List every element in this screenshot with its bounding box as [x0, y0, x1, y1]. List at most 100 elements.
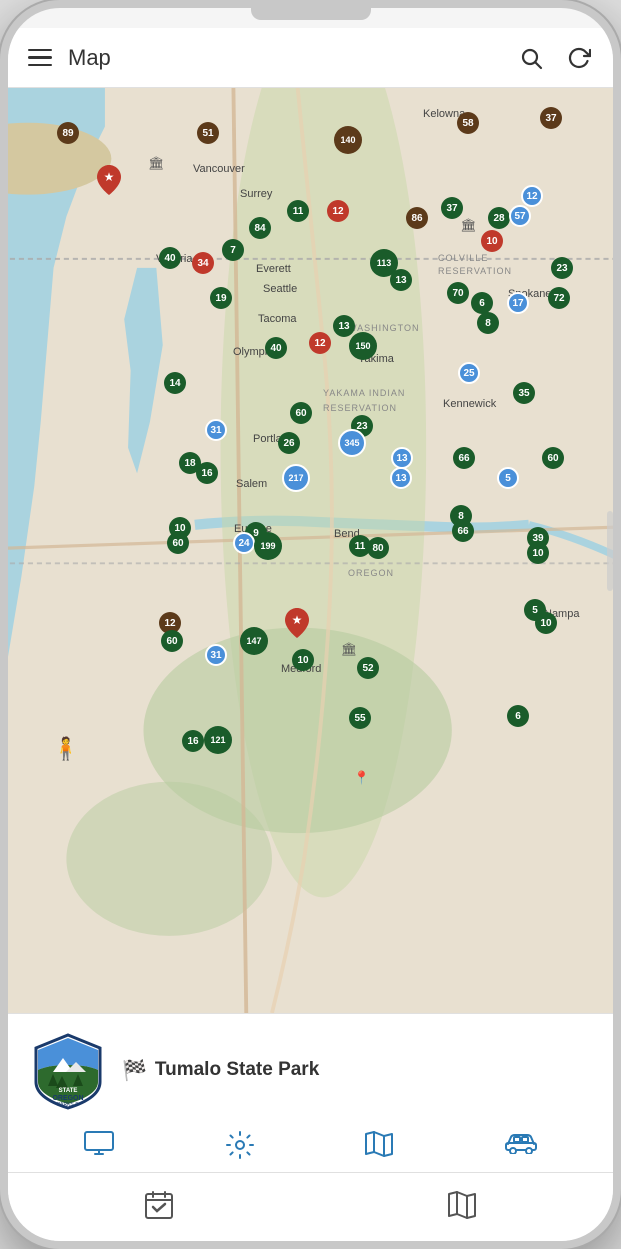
map-cluster-c18[interactable]: 13 [390, 269, 412, 291]
map-cluster-c35[interactable]: 26 [278, 432, 300, 454]
map-cluster-c51[interactable]: 199 [254, 532, 282, 560]
menu-button[interactable] [28, 49, 52, 67]
map-cluster-c3[interactable]: 140 [334, 126, 362, 154]
map-cluster-c57[interactable]: 10 [535, 612, 557, 634]
map-cluster-c48[interactable]: 60 [167, 532, 189, 554]
map-cluster-c25[interactable]: 13 [333, 315, 355, 337]
svg-text:🏛: 🏛 [341, 641, 357, 656]
svg-text:★: ★ [104, 170, 115, 184]
map-cluster-c69[interactable]: 40 [159, 247, 181, 269]
park-actions [28, 1122, 593, 1160]
map-cluster-c29[interactable]: 25 [458, 362, 480, 384]
map-cluster-c59[interactable]: 60 [161, 630, 183, 652]
park-action-monitor[interactable] [83, 1130, 115, 1160]
map-cluster-c44[interactable]: 5 [497, 467, 519, 489]
map-cluster-c26[interactable]: 12 [309, 332, 331, 354]
svg-text:PARKS ®: PARKS ® [57, 1101, 79, 1108]
map-cluster-c38[interactable]: 13 [390, 467, 412, 489]
map-cluster-c9[interactable]: 28 [488, 207, 510, 229]
park-info-panel: OREGON STATE PARKS ® 🏁 Tumalo State Park [8, 1013, 613, 1172]
map-cluster-c60[interactable]: 31 [205, 644, 227, 666]
map-label-reservation: RESERVATION [438, 266, 512, 276]
park-flag-icon: 🏁 [122, 1058, 147, 1083]
park-logo: OREGON STATE PARKS ® [28, 1030, 108, 1110]
map-pin-p1[interactable]: ★ [97, 165, 121, 200]
map-cluster-c32[interactable]: 60 [290, 402, 312, 424]
map-cluster-c20[interactable]: 6 [471, 292, 493, 314]
map-label-oregon: OREGON [348, 568, 394, 578]
map-label-colville: COLVILLE [438, 253, 488, 263]
svg-text:🏛: 🏛 [460, 217, 476, 232]
map-cluster-c39[interactable]: 66 [453, 447, 475, 469]
map-scrollbar[interactable] [607, 511, 613, 591]
map-cluster-c8[interactable]: 86 [406, 207, 428, 229]
header-right [517, 44, 593, 72]
park-action-map[interactable] [364, 1130, 394, 1160]
svg-text:STATE: STATE [59, 1088, 78, 1094]
phone-notch [251, 8, 371, 20]
svg-text:★: ★ [292, 613, 303, 627]
map-cluster-c36[interactable]: 345 [338, 429, 366, 457]
map-cluster-c50[interactable]: 24 [233, 532, 255, 554]
map-cluster-c43[interactable]: 217 [282, 464, 310, 492]
map-cluster-c61[interactable]: 147 [240, 627, 268, 655]
map-cluster-c66[interactable]: 16 [182, 730, 204, 752]
map-cluster-c68[interactable]: 34 [192, 252, 214, 274]
map-cluster-c28[interactable]: 40 [265, 337, 287, 359]
map-cluster-c63[interactable]: 52 [357, 657, 379, 679]
map-cluster-c67[interactable]: 121 [204, 726, 232, 754]
bottom-nav [8, 1172, 613, 1241]
map-cluster-c5[interactable]: 37 [540, 107, 562, 129]
map-cluster-c34[interactable]: 31 [205, 419, 227, 441]
map-cluster-c62[interactable]: 10 [292, 649, 314, 671]
map-label-tacoma: Tacoma [258, 313, 297, 325]
map-cluster-c16[interactable]: 7 [222, 239, 244, 261]
map-cluster-c37[interactable]: 13 [391, 447, 413, 469]
map-cluster-c40[interactable]: 60 [542, 447, 564, 469]
park-name-row: 🏁 Tumalo State Park [122, 1058, 319, 1083]
map-cluster-c55[interactable]: 10 [527, 542, 549, 564]
map-cluster-c15[interactable]: 23 [551, 257, 573, 279]
person-location-icon: 🧍 [52, 736, 79, 762]
svg-text:OREGON: OREGON [52, 1095, 83, 1102]
map-cluster-c21[interactable]: 72 [548, 287, 570, 309]
header-left: Map [28, 45, 111, 71]
map-cluster-c12[interactable]: 12 [327, 200, 349, 222]
map-cluster-c4[interactable]: 58 [457, 112, 479, 134]
map-label-yakama-indian: YAKAMA INDIAN [323, 388, 405, 398]
map-cluster-c64[interactable]: 55 [349, 707, 371, 729]
search-icon[interactable] [517, 44, 545, 72]
page-title: Map [68, 45, 111, 71]
map-cluster-c11[interactable]: 11 [287, 200, 309, 222]
map-cluster-c30[interactable]: 35 [513, 382, 535, 404]
map-cluster-c1[interactable]: 89 [57, 122, 79, 144]
map-cluster-c42[interactable]: 16 [196, 462, 218, 484]
map-cluster-c46[interactable]: 66 [452, 520, 474, 542]
map-label-reservation: RESERVATION [323, 403, 397, 413]
map-cluster-c31[interactable]: 14 [164, 372, 186, 394]
map-cluster-c7[interactable]: 37 [441, 197, 463, 219]
map-cluster-c24[interactable]: 19 [210, 287, 232, 309]
map-cluster-c13[interactable]: 84 [249, 217, 271, 239]
map-cluster-c19[interactable]: 70 [447, 282, 469, 304]
map-cluster-c14[interactable]: 10 [481, 230, 503, 252]
map-cluster-c6[interactable]: 12 [521, 185, 543, 207]
map-cluster-c53[interactable]: 80 [367, 537, 389, 559]
map-container[interactable]: 🏛 🏛 🏛 📍 🏳 🏳 KelownaVancouverSurreyVictor… [8, 88, 613, 1013]
nav-item-map[interactable] [446, 1189, 478, 1221]
map-cluster-c2[interactable]: 51 [197, 122, 219, 144]
map-pin-p2[interactable]: ★ [285, 608, 309, 643]
app-header: Map [8, 28, 613, 88]
map-cluster-c22[interactable]: 17 [507, 292, 529, 314]
refresh-icon[interactable] [565, 44, 593, 72]
map-cluster-c10[interactable]: 57 [509, 205, 531, 227]
nav-item-calendar[interactable] [143, 1189, 175, 1221]
map-cluster-c27[interactable]: 150 [349, 332, 377, 360]
map-label-salem: Salem [236, 478, 267, 490]
park-action-car[interactable] [504, 1130, 538, 1160]
map-label-surrey: Surrey [240, 188, 272, 200]
map-label-seattle: Seattle [263, 283, 297, 295]
park-action-settings[interactable] [225, 1130, 255, 1160]
map-cluster-c23[interactable]: 8 [477, 312, 499, 334]
map-cluster-c65[interactable]: 6 [507, 705, 529, 727]
